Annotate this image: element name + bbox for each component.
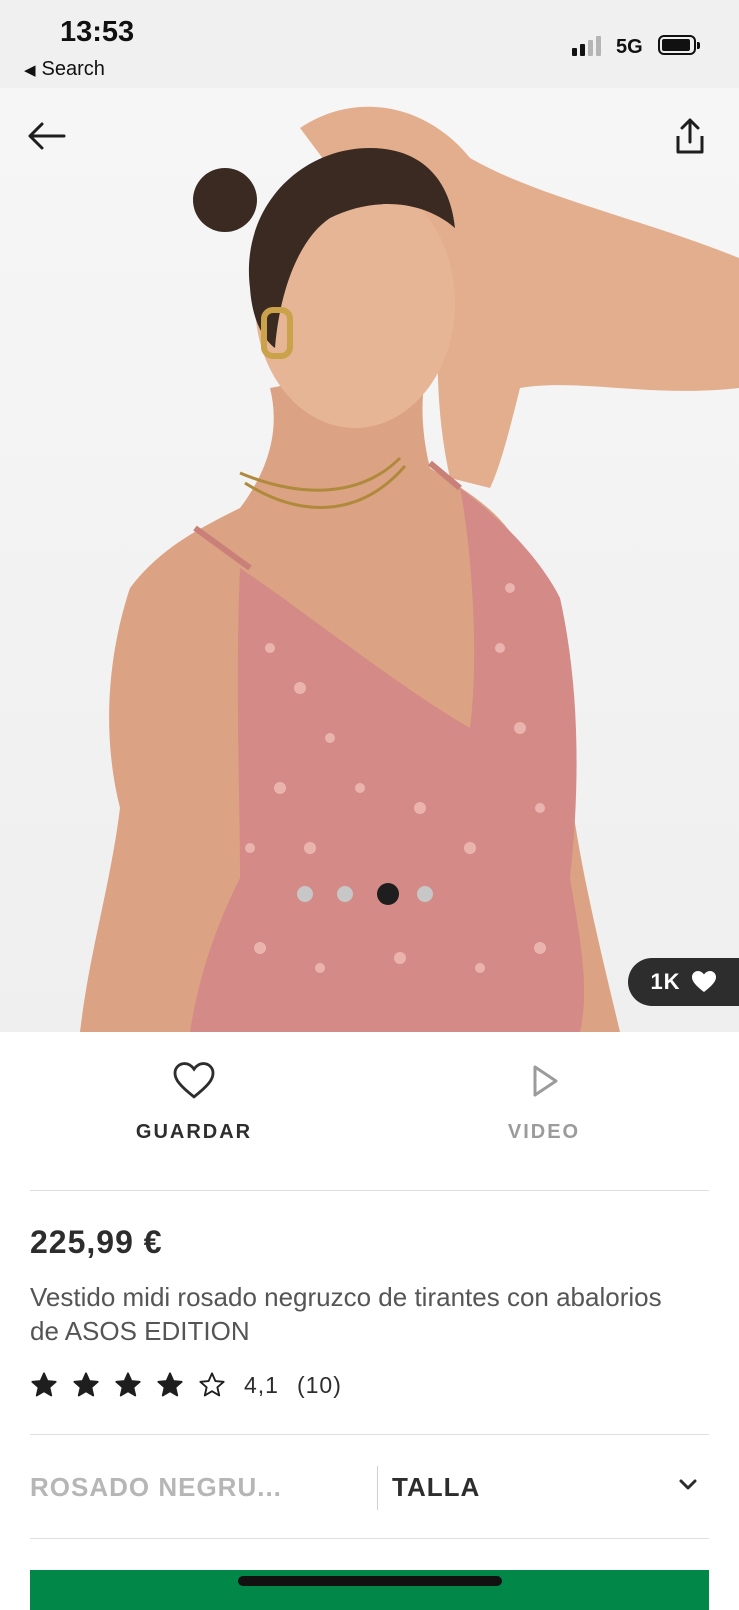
status-time: 13:53 bbox=[60, 16, 135, 48]
star-filled-icon bbox=[73, 1372, 99, 1397]
divider bbox=[30, 1538, 709, 1539]
product-title: Vestido midi rosado negruzco de tirantes… bbox=[30, 1282, 662, 1346]
star-filled-icon bbox=[31, 1372, 57, 1397]
product-price: 225,99 € bbox=[30, 1224, 163, 1260]
share-icon[interactable] bbox=[668, 114, 712, 158]
variant-selectors: ROSADO NEGRU... TALLA bbox=[30, 1434, 709, 1538]
status-bar: 13:53 ◀ Search 5G bbox=[0, 0, 739, 88]
back-app-label: Search bbox=[41, 58, 105, 80]
save-label: GUARDAR bbox=[135, 1121, 253, 1143]
heart-outline-icon bbox=[173, 1062, 215, 1099]
save-button[interactable]: GUARDAR bbox=[94, 1062, 294, 1144]
likes-count: 1K bbox=[650, 969, 681, 994]
heart-filled-icon bbox=[691, 971, 716, 992]
action-bar: GUARDAR VIDEO bbox=[0, 1032, 739, 1190]
play-icon bbox=[533, 1065, 558, 1097]
product-rating[interactable]: 4,1 (10) bbox=[30, 1370, 342, 1400]
chevron-down-icon[interactable] bbox=[678, 1478, 698, 1492]
battery-icon bbox=[658, 35, 700, 55]
video-label: VIDEO bbox=[507, 1121, 581, 1143]
product-photo bbox=[80, 106, 739, 1032]
star-outline-icon bbox=[199, 1372, 225, 1397]
home-indicator bbox=[238, 1576, 502, 1586]
network-label: 5G bbox=[616, 36, 643, 58]
back-to-app-link[interactable]: ◀ Search bbox=[24, 58, 105, 81]
video-button[interactable]: VIDEO bbox=[444, 1062, 644, 1144]
signal-icon bbox=[572, 34, 604, 56]
rating-stars bbox=[30, 1371, 240, 1399]
star-filled-icon bbox=[157, 1372, 183, 1397]
divider bbox=[30, 1190, 709, 1191]
back-triangle-icon: ◀ bbox=[24, 62, 36, 79]
product-image[interactable]: 1K bbox=[0, 88, 739, 1032]
selector-divider bbox=[377, 1466, 378, 1510]
rating-count: (10) bbox=[296, 1371, 342, 1398]
star-filled-icon bbox=[115, 1372, 141, 1397]
size-selector[interactable]: TALLA bbox=[392, 1472, 480, 1503]
arrow-left-icon[interactable] bbox=[22, 116, 72, 156]
rating-value: 4,1 bbox=[244, 1371, 279, 1398]
likes-badge[interactable]: 1K bbox=[628, 958, 739, 1006]
colour-selector[interactable]: ROSADO NEGRU... bbox=[30, 1472, 282, 1503]
